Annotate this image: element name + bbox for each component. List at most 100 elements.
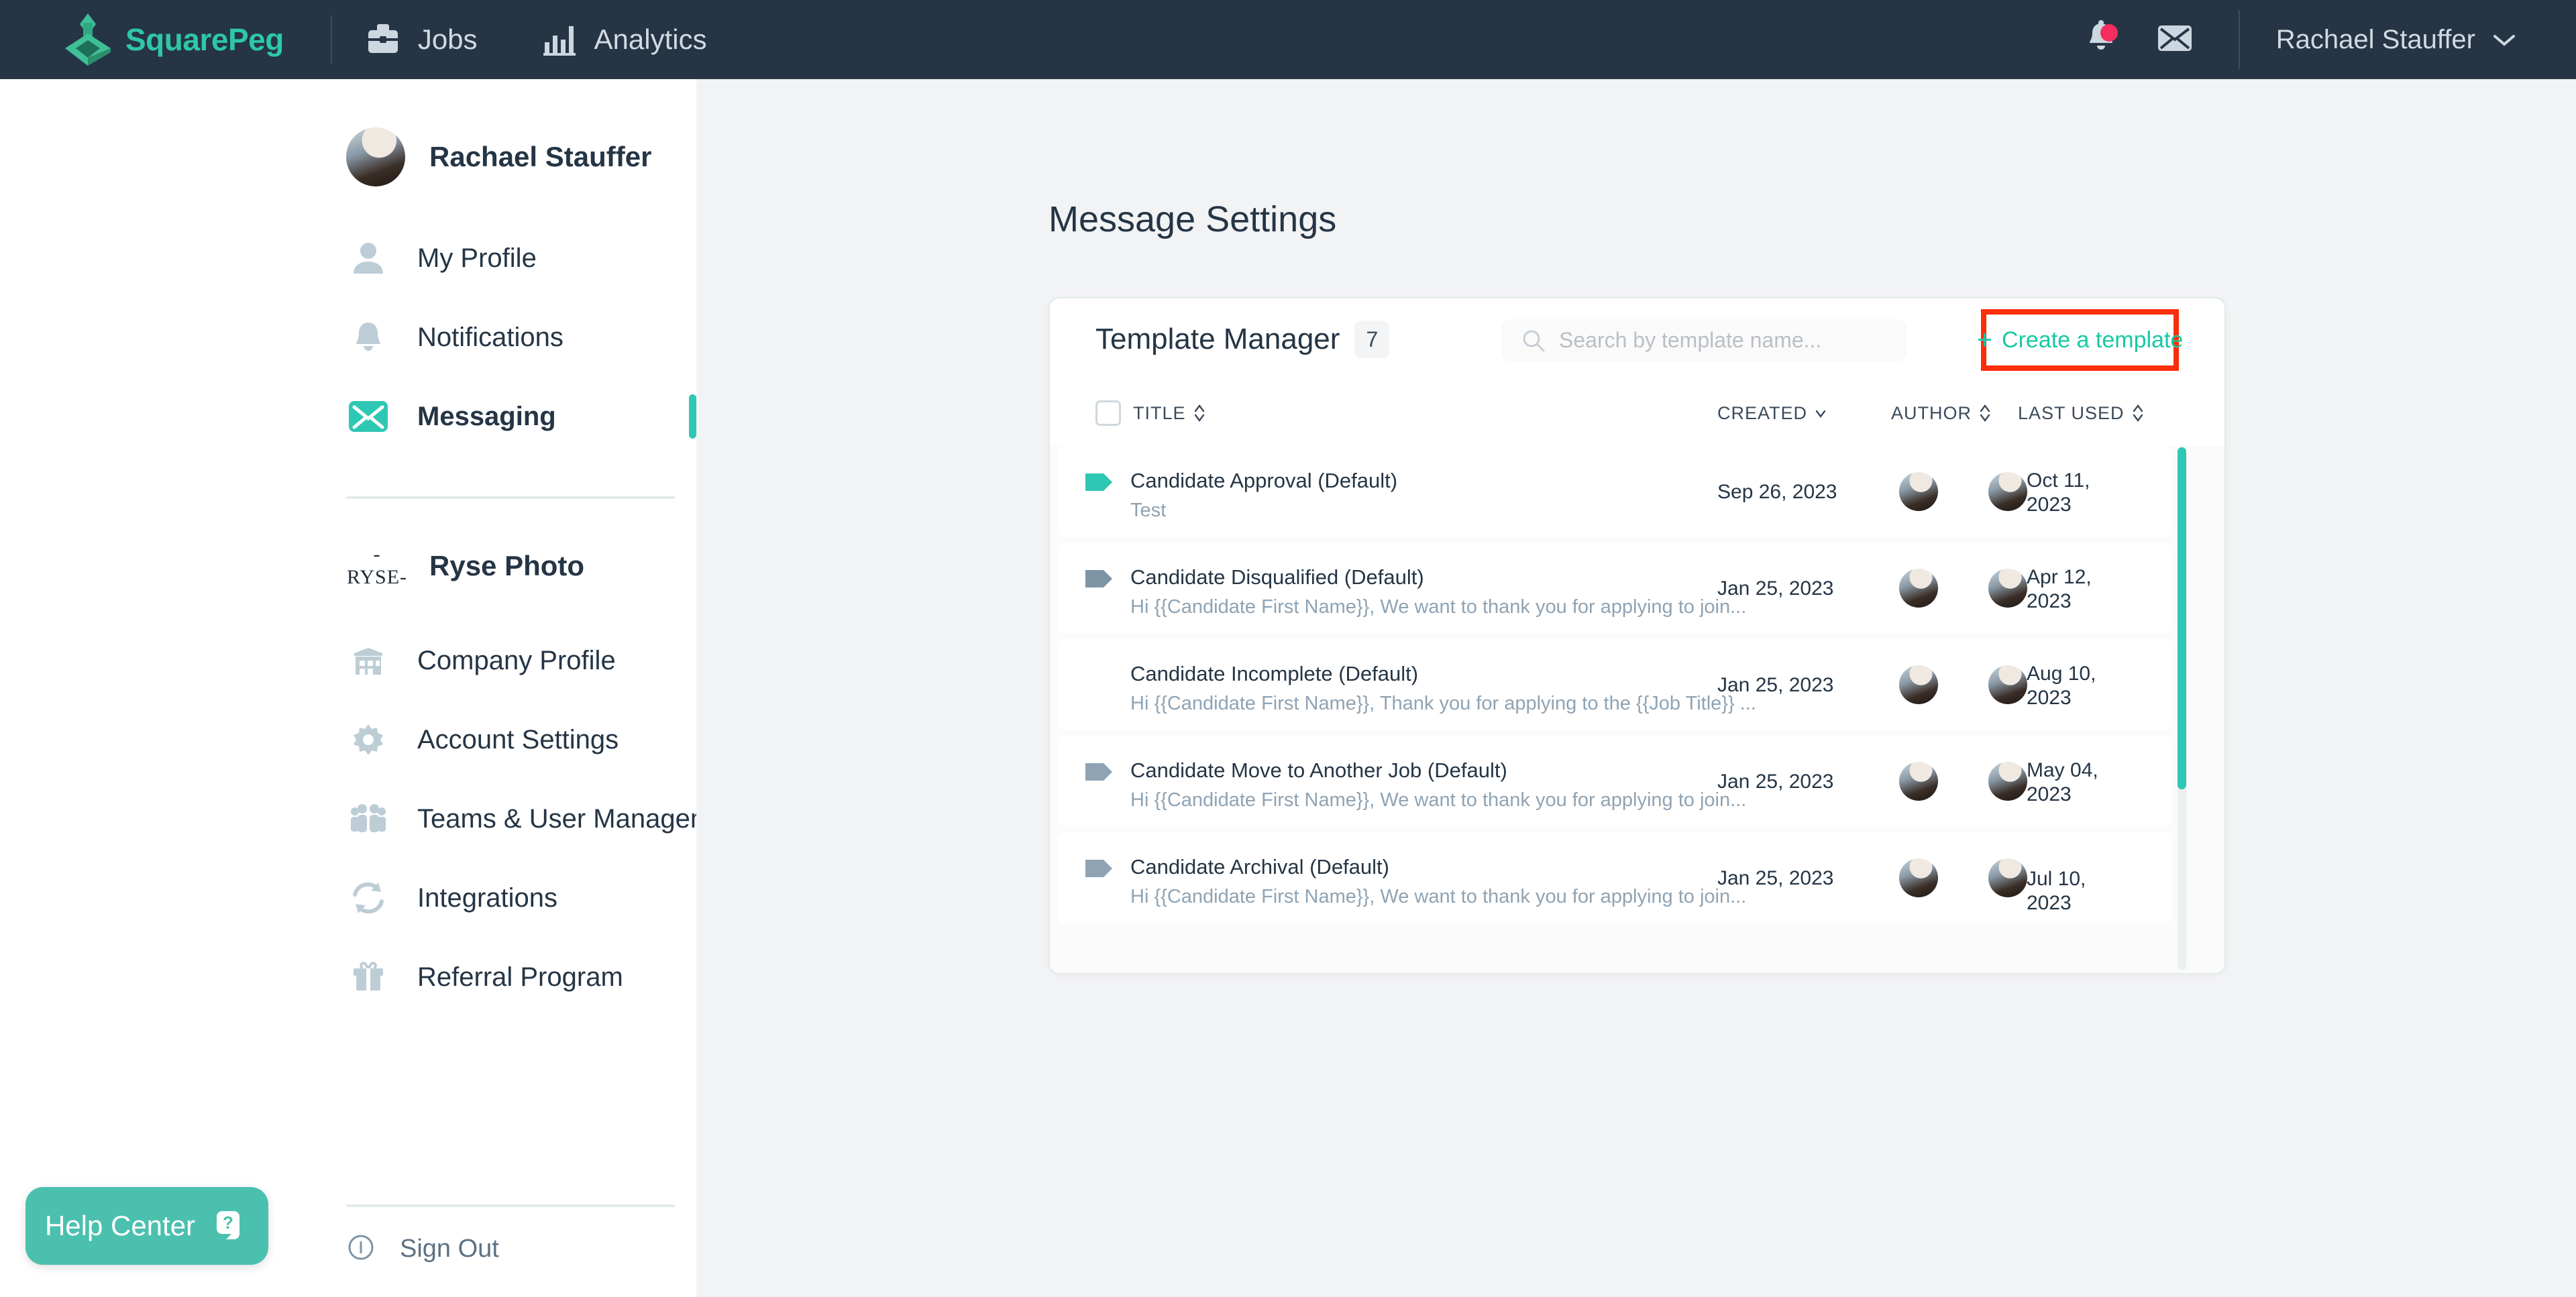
sidebar-bottom-divider <box>346 1204 675 1207</box>
column-header-author-label: AUTHOR <box>1891 402 1972 423</box>
template-created-date: Jan 25, 2023 <box>1717 577 1834 600</box>
search-input[interactable]: Search by template name... <box>1501 319 1907 361</box>
template-title: Candidate Approval (Default) <box>1130 469 1398 492</box>
sidebar-profile[interactable]: Rachael Stauffer <box>346 127 696 186</box>
column-header-author[interactable]: AUTHOR <box>1891 402 1992 424</box>
sidebar-item-account-settings[interactable]: Account Settings <box>0 700 696 779</box>
nav-item-analytics[interactable]: Analytics <box>508 0 738 79</box>
sidebar-item-integrations[interactable]: Integrations <box>0 858 696 938</box>
template-preview: Hi {{Candidate First Name}}, We want to … <box>1130 886 1747 907</box>
table-row[interactable]: Candidate Approval (Default) Test Sep 26… <box>1059 446 2171 537</box>
sync-icon <box>346 876 390 920</box>
chevron-down-icon <box>2493 28 2516 51</box>
topbar-divider <box>2238 10 2240 69</box>
last-used-avatar <box>1988 858 2027 897</box>
template-count-badge: 7 <box>1354 321 1390 358</box>
bell-icon <box>346 315 390 359</box>
column-header-created[interactable]: CREATED <box>1717 402 1827 424</box>
sidebar-item-messaging-label: Messaging <box>417 401 556 431</box>
select-all-checkbox[interactable] <box>1095 400 1121 426</box>
column-header-last-used[interactable]: LAST USED <box>2018 402 2145 424</box>
template-last-used-date: Oct 11, 2023 <box>2027 469 2090 516</box>
search-placeholder: Search by template name... <box>1559 328 1822 352</box>
create-template-button[interactable]: + Create a template <box>1977 309 2183 371</box>
column-header-title[interactable]: TITLE <box>1133 402 1206 424</box>
last-used-avatar <box>1988 762 2027 801</box>
sidebar-item-my-profile-label: My Profile <box>417 243 537 273</box>
table-row[interactable]: Candidate Disqualified (Default) Hi {{Ca… <box>1059 543 2171 634</box>
nav-item-jobs[interactable]: Jobs <box>332 0 508 79</box>
notification-badge <box>2100 24 2118 42</box>
table-row[interactable]: Candidate Archival (Default) Hi {{Candid… <box>1059 832 2171 923</box>
template-preview: Hi {{Candidate First Name}}, We want to … <box>1130 789 1747 811</box>
template-tag-icon <box>1085 570 1112 587</box>
template-title: Candidate Move to Another Job (Default) <box>1130 758 1507 782</box>
template-last-used-date: Apr 12, 2023 <box>2027 566 2092 612</box>
template-title: Candidate Incomplete (Default) <box>1130 662 1419 685</box>
sidebar-divider <box>346 496 675 499</box>
sidebar-item-notifications[interactable]: Notifications <box>0 298 696 377</box>
sidebar-item-teams-user-management[interactable]: Teams & User Management <box>0 779 750 858</box>
template-tag-icon <box>1085 473 1112 491</box>
sign-out-label: Sign Out <box>400 1234 499 1263</box>
table-body: Candidate Approval (Default) Test Sep 26… <box>1050 446 2224 923</box>
author-avatar <box>1899 665 1938 704</box>
template-created-date: Jan 25, 2023 <box>1717 674 1834 696</box>
sidebar-item-referral-program-label: Referral Program <box>417 962 623 992</box>
template-last-used-date: Aug 10, 2023 <box>2027 663 2096 709</box>
info-circle-icon <box>346 1233 376 1265</box>
question-chat-icon: ? <box>211 1207 249 1245</box>
template-preview: Hi {{Candidate First Name}}, We want to … <box>1130 596 1747 618</box>
company-logo: -RYSE- <box>346 543 408 588</box>
table-row[interactable]: Candidate Move to Another Job (Default) … <box>1059 736 2171 827</box>
template-last-used-date: May 04, 2023 <box>2027 759 2098 805</box>
top-navigation-bar: SquarePeg Jobs Analytics Rachael Stauffe… <box>0 0 2576 79</box>
bar-chart-icon <box>539 22 580 57</box>
gift-icon <box>346 955 390 999</box>
column-header-created-label: CREATED <box>1717 402 1808 423</box>
column-header-last-used-label: LAST USED <box>2018 402 2125 423</box>
envelope-icon <box>346 394 390 439</box>
template-created-date: Jan 25, 2023 <box>1717 771 1834 793</box>
sort-updown-icon <box>2131 402 2145 424</box>
help-center-button[interactable]: Help Center ? <box>25 1187 268 1265</box>
building-icon <box>346 638 390 683</box>
main-content: Message Settings Template Manager 7 Sear… <box>696 79 2576 1297</box>
gear-icon <box>346 718 390 762</box>
table-row[interactable]: Candidate Incomplete (Default) Hi {{Cand… <box>1059 639 2171 730</box>
author-avatar <box>1899 858 1938 897</box>
sidebar-company-header[interactable]: -RYSE- Ryse Photo <box>346 543 696 589</box>
brand-logo-link[interactable]: SquarePeg <box>64 11 284 68</box>
sidebar-item-notifications-label: Notifications <box>417 322 564 352</box>
template-created-date: Jan 25, 2023 <box>1717 867 1834 889</box>
people-icon <box>346 797 390 841</box>
template-created-date: Sep 26, 2023 <box>1717 481 1837 503</box>
sidebar-company-nav: Company Profile Account Settings Teams &… <box>0 621 750 1017</box>
template-title: Candidate Disqualified (Default) <box>1130 565 1424 589</box>
messages-button[interactable] <box>2138 0 2212 79</box>
user-menu-button[interactable]: Rachael Stauffer <box>2276 25 2516 55</box>
user-menu-name: Rachael Stauffer <box>2275 24 2475 54</box>
nav-item-jobs-label: Jobs <box>417 23 478 55</box>
template-tag-icon <box>1085 763 1112 781</box>
notifications-button[interactable] <box>2064 0 2138 79</box>
sort-updown-icon <box>1193 402 1206 424</box>
sidebar-item-my-profile[interactable]: My Profile <box>0 219 696 298</box>
squarepeg-logo-icon <box>64 11 112 68</box>
sidebar-item-integrations-label: Integrations <box>417 883 558 913</box>
brand-name: SquarePeg <box>125 22 284 57</box>
search-icon <box>1521 329 1547 353</box>
sidebar-item-messaging[interactable]: Messaging <box>0 377 696 456</box>
author-avatar <box>1899 569 1938 608</box>
help-center-label: Help Center <box>44 1210 196 1241</box>
table-scrollbar-thumb[interactable] <box>2178 447 2186 789</box>
sidebar-item-company-profile-label: Company Profile <box>417 645 616 675</box>
template-preview: Test <box>1130 500 1167 521</box>
page-title: Message Settings <box>1049 199 1337 239</box>
user-icon <box>346 236 390 280</box>
template-manager-title: Template Manager <box>1095 323 1340 355</box>
envelope-icon <box>2157 23 2193 57</box>
sidebar-item-referral-program[interactable]: Referral Program <box>0 938 696 1017</box>
sidebar-item-company-profile[interactable]: Company Profile <box>0 621 696 700</box>
sidebar-personal-nav: My Profile Notifications Messaging <box>0 219 696 456</box>
